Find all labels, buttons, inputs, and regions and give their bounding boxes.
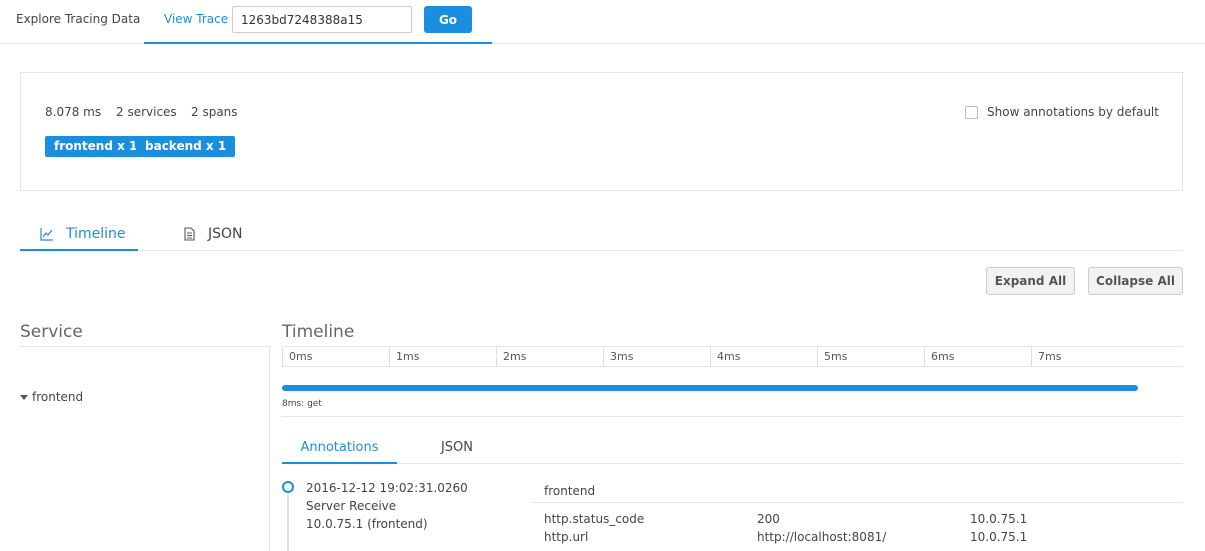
line-chart-icon	[40, 228, 53, 241]
show-annotations-label[interactable]: Show annotations by default	[987, 105, 1159, 119]
tab-json[interactable]: JSON	[180, 216, 280, 251]
show-annotations-checkbox[interactable]	[965, 106, 978, 119]
tab-timeline-label: Timeline	[66, 226, 126, 242]
tag-key: http.url	[544, 530, 589, 544]
nav-explore-tracing-data[interactable]: Explore Tracing Data	[16, 12, 140, 26]
trace-duration: 8.078 ms	[45, 105, 102, 119]
annotation-divider	[532, 502, 1183, 503]
tab-span-json[interactable]: JSON	[412, 432, 502, 464]
nav-view-trace-label[interactable]: View Trace	[164, 12, 228, 26]
timeline-tick: 2ms	[496, 347, 603, 367]
expand-all-button[interactable]: Expand All	[986, 267, 1075, 295]
tab-json-label: JSON	[208, 226, 243, 242]
annotation-timeline-line	[287, 494, 289, 551]
service-column-divider	[20, 346, 269, 347]
tag-key: http.status_code	[544, 512, 645, 526]
service-column-heading: Service	[20, 322, 83, 342]
annotation-kind: Server Receive	[306, 499, 397, 513]
span-detail-tabs: Annotations JSON	[282, 432, 1183, 464]
view-tabs: Timeline JSON	[20, 216, 1183, 251]
span-label: 8ms: get	[282, 399, 322, 409]
trace-summary-panel: 8.078 ms 2 services 2 spans frontend x 1…	[20, 72, 1183, 191]
tag-value: 200	[757, 512, 780, 526]
tag-endpoint: 10.0.75.1	[970, 530, 1028, 544]
collapse-all-button[interactable]: Collapse All	[1088, 267, 1183, 295]
trace-services-count: 2 services	[116, 105, 177, 119]
tag-endpoint: 10.0.75.1	[970, 512, 1028, 526]
trace-spans-count: 2 spans	[191, 105, 238, 119]
go-button[interactable]: Go	[424, 6, 472, 33]
span-service-row[interactable]: frontend	[20, 390, 83, 404]
timeline-tick: 4ms	[710, 347, 817, 367]
top-nav: Explore Tracing Data View Trace Go	[0, 0, 1205, 44]
timeline-tick: 6ms	[924, 347, 1031, 367]
timeline-tick: 7ms	[1031, 347, 1138, 367]
timeline-tick: 5ms	[817, 347, 924, 367]
annotation-timestamp: 2016-12-12 19:02:31.0260	[306, 481, 468, 495]
timeline-tick: 3ms	[603, 347, 710, 367]
tab-timeline[interactable]: Timeline	[20, 216, 138, 251]
timeline-tick: 0ms	[282, 347, 389, 367]
timeline-tick: 1ms	[389, 347, 496, 367]
service-tag-backend[interactable]: backend x 1	[136, 136, 236, 157]
service-tag-frontend[interactable]: frontend x 1	[45, 136, 147, 157]
timeline-axis: 0ms 1ms 2ms 3ms 4ms 5ms 6ms 7ms	[282, 346, 1183, 367]
span-duration-bar[interactable]	[282, 385, 1138, 391]
column-separator	[269, 346, 270, 551]
tab-annotations[interactable]: Annotations	[282, 432, 397, 464]
timeline-column-heading: Timeline	[282, 322, 355, 342]
annotation-endpoint: 10.0.75.1 (frontend)	[306, 517, 428, 531]
caret-down-icon[interactable]	[20, 395, 28, 400]
annotation-marker-icon	[282, 481, 294, 493]
span-row-divider	[282, 416, 1183, 417]
trace-id-input[interactable]	[232, 6, 412, 33]
document-icon	[184, 227, 195, 241]
annotation-service: frontend	[544, 484, 596, 498]
tag-value: http://localhost:8081/	[757, 530, 887, 544]
span-service-name: frontend	[32, 390, 84, 404]
